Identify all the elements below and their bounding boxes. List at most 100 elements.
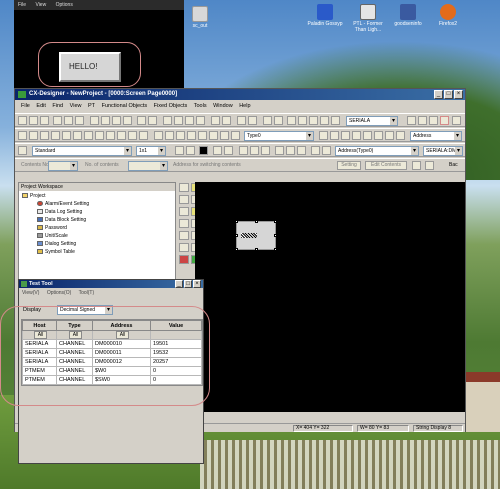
tool-icon[interactable] [363, 131, 372, 140]
close-icon[interactable]: × [193, 280, 201, 288]
page-icon[interactable] [211, 116, 220, 125]
contents-no-field[interactable] [48, 161, 78, 171]
view-icon[interactable] [139, 131, 148, 140]
view-icon[interactable] [62, 131, 71, 140]
menu-edit[interactable]: Edit [36, 103, 45, 109]
menu-tools[interactable]: Tools [194, 103, 207, 109]
setting-button[interactable]: Setting [337, 161, 361, 170]
resize-handle[interactable] [255, 220, 258, 223]
desktop-icon-firefox[interactable]: Firefox2 [428, 4, 468, 27]
address-type-select[interactable]: Address(Type0) [335, 146, 419, 156]
serial-dm-select[interactable]: SERIALA:DM [423, 146, 463, 156]
object-tool-icon[interactable] [179, 255, 189, 264]
pen-icon[interactable] [412, 161, 421, 170]
resize-handle[interactable] [235, 220, 238, 223]
test-tool-icon[interactable] [440, 116, 449, 125]
menu-functional-objects[interactable]: Functional Objects [102, 103, 148, 109]
frame-icon[interactable] [185, 116, 194, 125]
arc-icon[interactable] [209, 131, 218, 140]
close-icon[interactable]: × [454, 90, 463, 99]
tool-icon[interactable] [452, 116, 461, 125]
tool-icon[interactable] [298, 116, 307, 125]
pen-icon[interactable] [18, 146, 27, 155]
menu-pt[interactable]: PT [88, 103, 95, 109]
sector-icon[interactable] [220, 131, 229, 140]
new-icon[interactable] [18, 116, 27, 125]
edit-contents-button[interactable]: Edit Contents [365, 161, 407, 170]
resize-handle[interactable] [255, 248, 258, 251]
view-icon[interactable] [106, 131, 115, 140]
align-top-icon[interactable] [275, 146, 284, 155]
tool-icon[interactable] [418, 116, 427, 125]
copy-icon[interactable] [64, 116, 73, 125]
desktop-icon-ptl[interactable]: PTL - Former Than Ligh... [348, 4, 388, 33]
tree-item-dialog[interactable]: Dialog Setting [37, 241, 76, 248]
italic-icon[interactable] [224, 146, 233, 155]
align-icon[interactable] [123, 116, 132, 125]
view-icon[interactable] [29, 131, 38, 140]
resize-handle[interactable] [235, 248, 238, 251]
object-tool-icon[interactable] [179, 243, 189, 252]
view-icon[interactable] [40, 131, 49, 140]
object-tool-icon[interactable] [179, 207, 189, 216]
tree-item-unit-scale[interactable]: Unit/Scale [37, 233, 68, 240]
frame-icon[interactable] [174, 116, 183, 125]
undo-icon[interactable] [263, 116, 272, 125]
circle-icon[interactable] [165, 131, 174, 140]
ungroup-icon[interactable] [148, 116, 157, 125]
align-icon[interactable] [112, 116, 121, 125]
tool-icon[interactable] [385, 131, 394, 140]
resize-handle[interactable] [235, 234, 238, 237]
bold-icon[interactable] [213, 146, 222, 155]
tool-icon[interactable] [396, 131, 405, 140]
save-icon[interactable] [40, 116, 49, 125]
maximize-icon[interactable]: □ [444, 90, 453, 99]
line-style-icon[interactable] [322, 146, 331, 155]
resize-handle[interactable] [274, 248, 277, 251]
align-icon[interactable] [90, 116, 99, 125]
minimize-icon[interactable]: _ [434, 90, 443, 99]
rectangle-icon[interactable] [154, 131, 163, 140]
view-icon[interactable] [73, 131, 82, 140]
tree-item-password[interactable]: Password [37, 225, 67, 232]
color-icon[interactable] [175, 146, 184, 155]
object-tool-icon[interactable] [179, 183, 189, 192]
align-center-icon[interactable] [250, 146, 259, 155]
tree-item-data-block[interactable]: Data Block Setting [37, 217, 86, 224]
view-icon[interactable] [84, 131, 93, 140]
frame-icon[interactable] [163, 116, 172, 125]
tool-icon[interactable] [331, 116, 340, 125]
resize-handle[interactable] [274, 220, 277, 223]
tool-icon[interactable] [319, 131, 328, 140]
desktop-icon-sc-out[interactable]: sc_out [180, 6, 220, 29]
screen-canvas[interactable] [195, 182, 465, 412]
menu-window[interactable]: Window [213, 103, 233, 109]
paste-icon[interactable] [75, 116, 84, 125]
menu-fixed-objects[interactable]: Fixed Objects [154, 103, 188, 109]
resize-handle[interactable] [274, 234, 277, 237]
menu-file[interactable]: File [21, 103, 30, 109]
align-left-icon[interactable] [239, 146, 248, 155]
polyline-icon[interactable] [187, 131, 196, 140]
scale-select[interactable]: 1x1 [136, 146, 166, 156]
tool-icon[interactable] [352, 131, 361, 140]
type-select[interactable]: Type0 [244, 131, 314, 141]
tt-menu-view[interactable]: View(V) [22, 290, 39, 296]
tool-icon[interactable] [341, 131, 350, 140]
string-display-object[interactable] [235, 220, 277, 251]
style-select[interactable]: Standard [32, 146, 132, 156]
menu-help[interactable]: Help [239, 103, 250, 109]
preview-menu-view[interactable]: View [35, 2, 46, 8]
tree-item-data-log[interactable]: Data Log Setting [37, 209, 82, 216]
select-icon[interactable] [18, 131, 27, 140]
view-icon[interactable] [128, 131, 137, 140]
serial-host-select[interactable]: SERIALA [346, 116, 398, 126]
object-tool-icon[interactable] [179, 195, 189, 204]
color-swatch-icon[interactable] [199, 146, 208, 155]
open-icon[interactable] [29, 116, 38, 125]
preview-menu-options[interactable]: Options [56, 2, 73, 8]
binoculars-icon[interactable] [407, 116, 416, 125]
cut-icon[interactable] [53, 116, 62, 125]
address-select[interactable]: Address [410, 131, 462, 141]
no-contents-field[interactable] [128, 161, 168, 171]
